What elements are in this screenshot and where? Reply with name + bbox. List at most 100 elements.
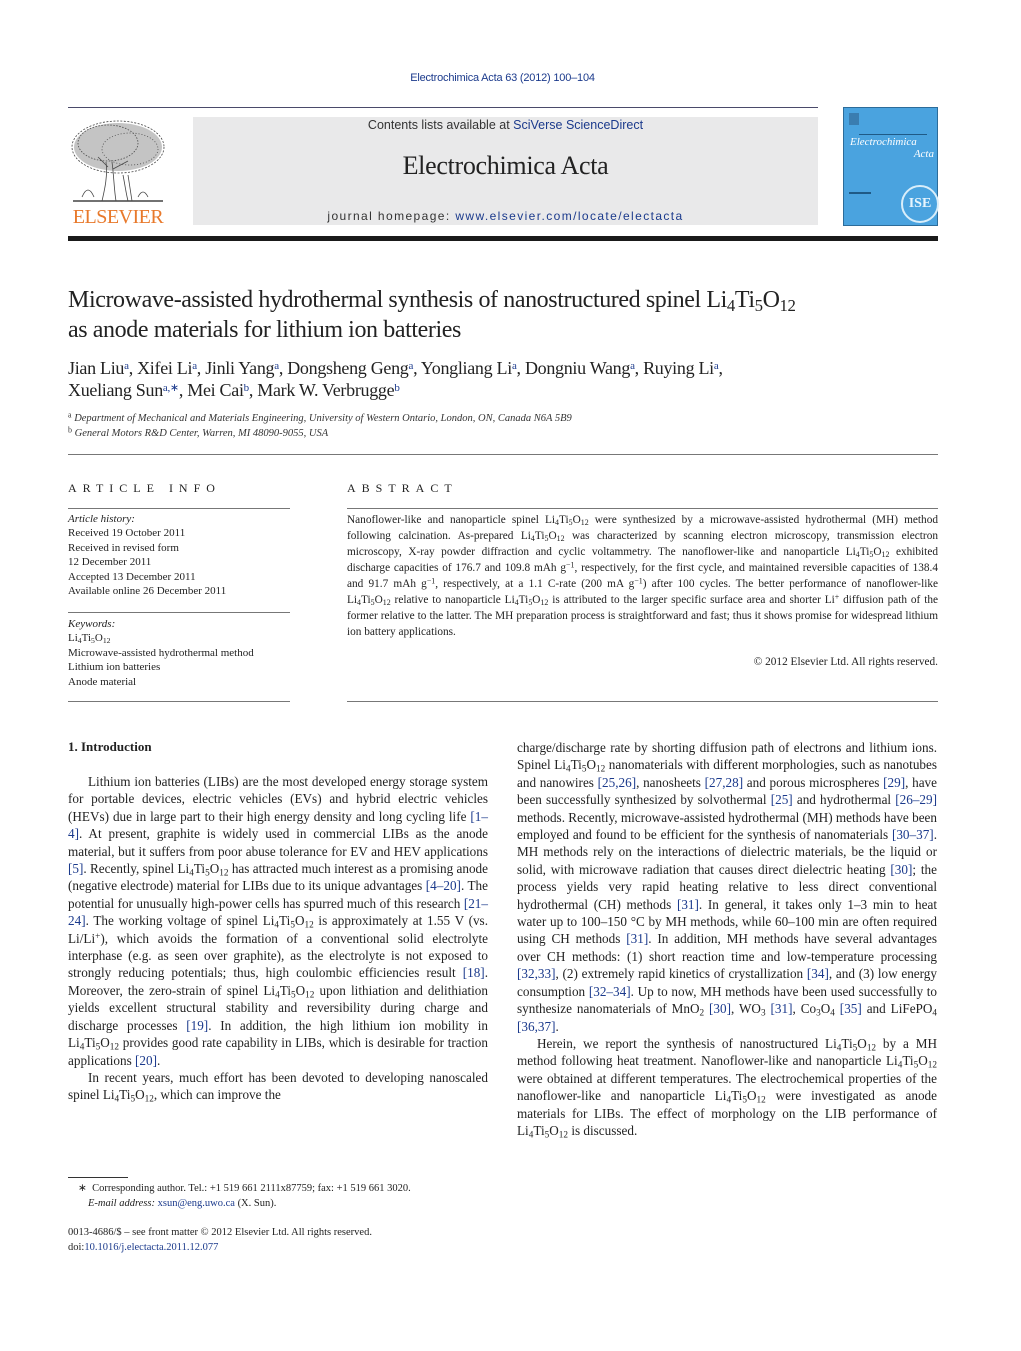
citation-link[interactable]: [32,33] — [517, 966, 555, 981]
citation-link[interactable]: [4–20] — [426, 878, 461, 893]
formula-element: O — [548, 530, 557, 542]
text-run: . At present, graphite is widely used in… — [68, 826, 488, 859]
citation-link[interactable]: [25,26] — [598, 775, 636, 790]
body-column-right: charge/discharge rate by shorting diffus… — [517, 739, 937, 1139]
author-name[interactable]: Jian Liu — [68, 358, 124, 378]
formula-element: O — [857, 1035, 867, 1051]
contents-prefix: Contents lists available at — [367, 118, 514, 132]
text-run: . — [157, 1052, 161, 1068]
subscript: 12 — [102, 636, 111, 646]
formula-element: O — [572, 514, 581, 526]
affiliation-marker[interactable]: a,∗ — [163, 382, 179, 394]
footnote-line: ∗ Corresponding author. Tel.: +1 519 661… — [78, 1181, 498, 1196]
citation-link[interactable]: [26–29] — [895, 792, 937, 807]
citation-link[interactable]: [5] — [68, 861, 83, 876]
formula-element: Li — [845, 546, 856, 558]
author-name[interactable]: Xifei Li — [137, 358, 192, 378]
citation-link[interactable]: [30] — [890, 862, 912, 877]
formula-lto: Li4Ti5O12 — [554, 757, 605, 773]
citation-link[interactable]: [19] — [186, 1018, 208, 1033]
divider — [859, 134, 927, 135]
journal-citation[interactable]: Electrochimica Acta 63 (2012) 100–104 — [0, 72, 1005, 84]
formula-element: Li — [714, 1088, 727, 1104]
citation-link[interactable]: [35] — [840, 1001, 862, 1016]
title-text: as anode materials for lithium ion batte… — [68, 317, 461, 343]
formula-lto: Li4Ti5O12 — [545, 514, 589, 526]
separator: , — [248, 380, 258, 400]
formula-element: Ti — [119, 1087, 131, 1103]
text-run: , (2) extremely rapid kinetics of crysta… — [555, 966, 807, 982]
email-link[interactable]: xsun@eng.uwo.ca — [158, 1198, 235, 1209]
issn-doi-block: 0013-4686/$ – see front matter © 2012 El… — [68, 1225, 508, 1255]
citation-link[interactable]: [31] — [771, 1001, 793, 1016]
citation-link[interactable]: [31] — [626, 931, 648, 946]
superscript: −1 — [426, 576, 436, 586]
subscript: 12 — [866, 1042, 877, 1053]
text-run: , WO — [731, 1001, 761, 1017]
text-run: , Co — [792, 1001, 817, 1017]
author-name[interactable]: Mei Cai — [187, 380, 244, 400]
homepage-link[interactable]: www.elsevier.com/locate/electacta — [455, 209, 683, 223]
divider — [347, 508, 938, 509]
subscript: 12 — [305, 989, 315, 1000]
text-run: methods. Recently, microwave-assisted hy… — [517, 809, 937, 843]
section-heading: 1. Introduction — [68, 739, 152, 754]
citation-link[interactable]: [20] — [135, 1053, 157, 1068]
author-name[interactable]: Ruying Li — [643, 358, 714, 378]
citation-link[interactable]: [27,28] — [705, 775, 743, 790]
citation-link[interactable]: [34] — [807, 966, 829, 981]
formula-element: Li — [262, 913, 275, 929]
formula-element: Ti — [731, 1088, 743, 1104]
formula-element: O — [873, 546, 882, 558]
citation-link[interactable]: [18] — [463, 965, 485, 980]
formula-element: Ti — [81, 632, 92, 645]
citation-link[interactable]: [32–34] — [589, 984, 631, 999]
text-run: . — [555, 1018, 559, 1034]
formula-element: O — [549, 1122, 559, 1138]
cover-title-line: Electrochimica — [850, 136, 917, 148]
author-name[interactable]: Yongliang Li — [421, 358, 512, 378]
citation-link[interactable]: [30–37] — [892, 827, 934, 842]
doi-link[interactable]: 10.1016/j.electacta.2011.12.077 — [84, 1242, 218, 1253]
text-run: and porous microspheres — [743, 774, 884, 790]
author-name[interactable]: Mark W. Verbrugge — [257, 380, 394, 400]
author-name[interactable]: Jinli Yang — [205, 358, 274, 378]
text-run: ), which avoids the formation of a conve… — [68, 930, 488, 981]
text-run: . The working voltage of spinel — [85, 913, 263, 929]
sciencedirect-link[interactable]: SciVerse ScienceDirect — [513, 118, 643, 132]
text-run: is discussed. — [568, 1122, 638, 1138]
citation-link[interactable]: [36,37] — [517, 1019, 555, 1034]
keyword-item: Anode material — [68, 675, 137, 688]
author-name[interactable]: Xueliang Sun — [68, 380, 163, 400]
author-name[interactable]: Dongsheng Geng — [287, 358, 409, 378]
citation-link[interactable]: [29] — [883, 775, 905, 790]
affiliation-marker[interactable]: b — [394, 382, 400, 394]
history-item: Received in revised form — [68, 541, 179, 554]
cover-title: Electrochimica Acta — [850, 136, 934, 160]
history-item: 12 December 2011 — [68, 556, 152, 569]
formula-lto: Li4Ti5O12 — [347, 594, 391, 606]
subscript: 2 — [699, 1007, 705, 1018]
author-name[interactable]: Dongniu Wang — [525, 358, 630, 378]
keyword-item: Microwave-assisted hydrothermal method — [68, 646, 254, 659]
formula-element: Ti — [534, 530, 545, 542]
formula-lto: Li4Ti5O12 — [825, 1035, 877, 1053]
formula-element: Ti — [734, 287, 755, 313]
text-run: Herein, we report the synthesis of nanos… — [537, 1035, 826, 1051]
formula-element: Li — [504, 594, 515, 606]
formula-element: O — [135, 1087, 145, 1103]
citation-link[interactable]: [25] — [771, 792, 793, 807]
citation-link[interactable]: [31] — [677, 897, 699, 912]
formula-element: O — [295, 982, 306, 998]
formula-element: Ti — [558, 514, 569, 526]
journal-cover-thumbnail[interactable]: Electrochimica Acta ISE — [843, 107, 939, 226]
journal-homepage: journal homepage: www.elsevier.com/locat… — [193, 209, 818, 223]
formula-lto: Li4Ti5O12 — [103, 1087, 154, 1103]
formula-lto: Li4Ti5O12 — [262, 913, 314, 929]
elsevier-logo[interactable]: ELSEVIER — [68, 117, 168, 229]
subscript: 12 — [927, 1059, 937, 1070]
keywords: Keywords: Li4Ti5O12 Microwave-assisted h… — [68, 617, 290, 689]
divider — [68, 454, 938, 455]
separator: , — [413, 358, 421, 378]
citation-link[interactable]: [30] — [709, 1001, 731, 1016]
